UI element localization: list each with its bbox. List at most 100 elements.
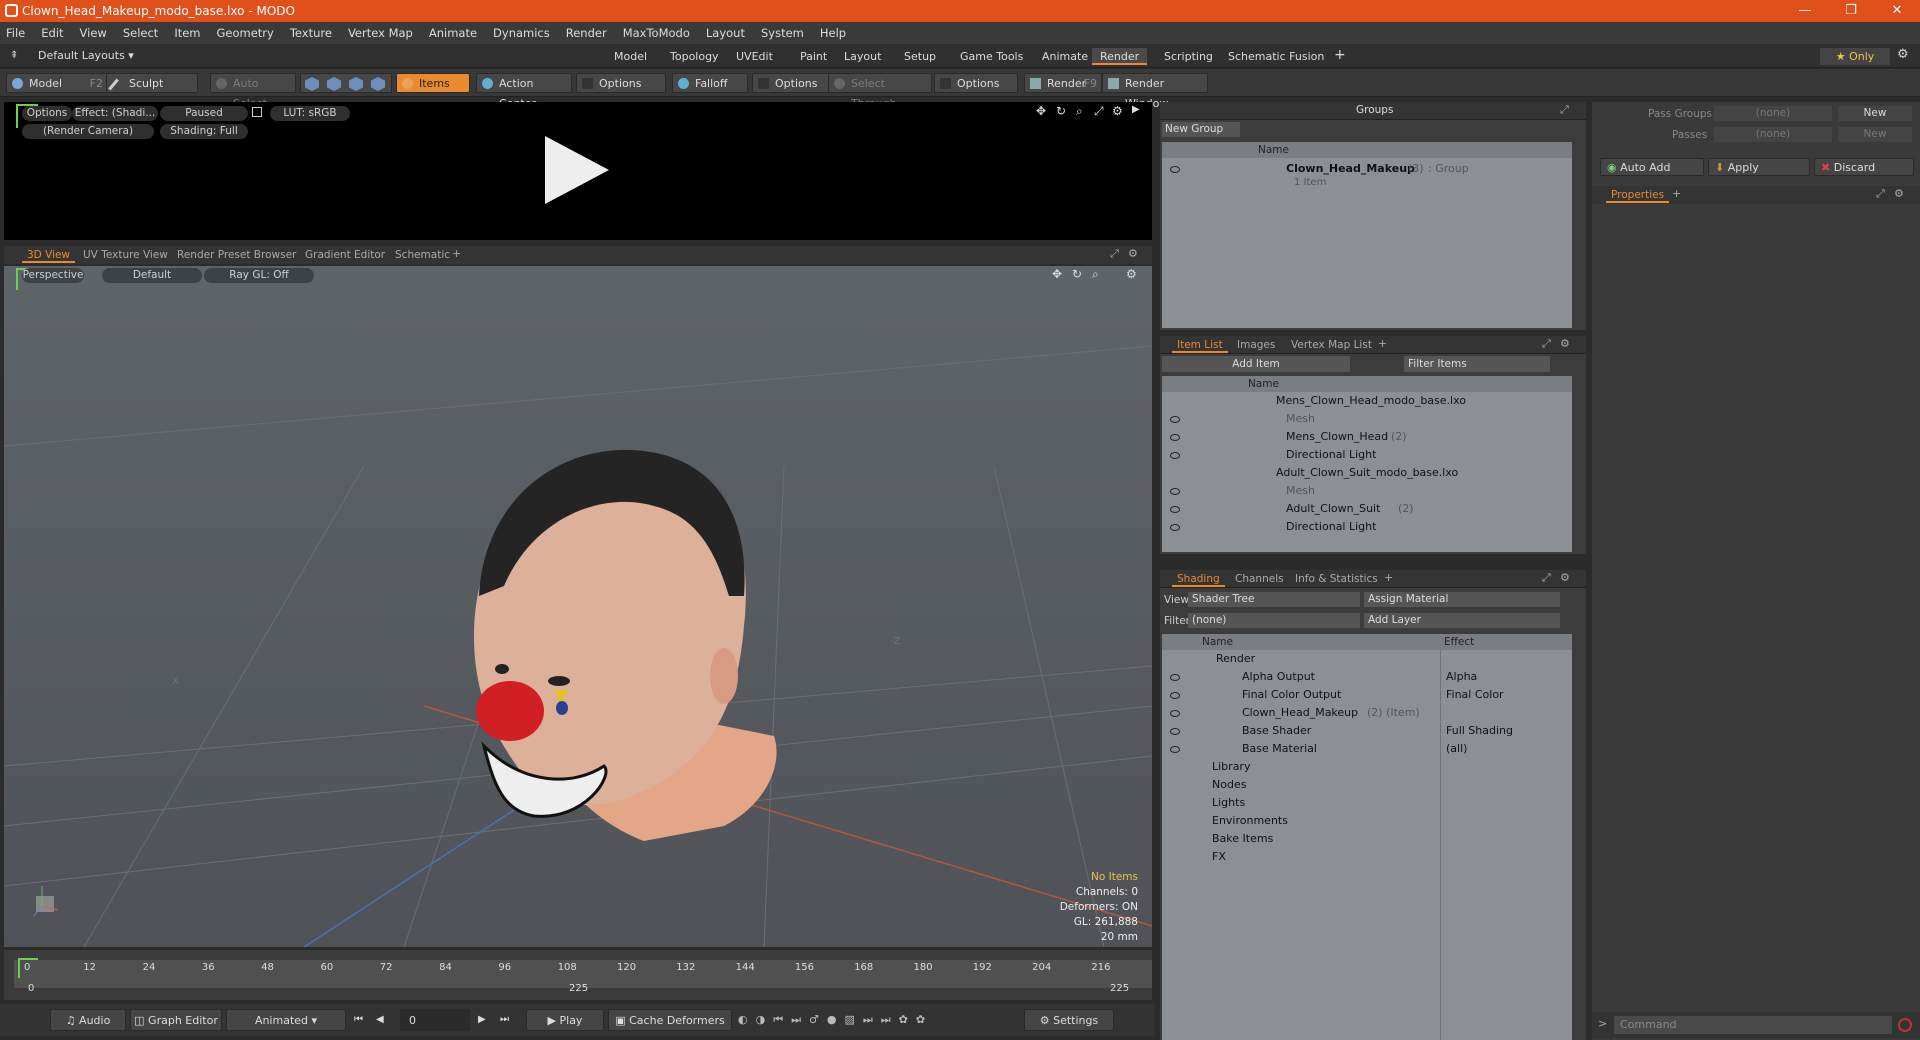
perspective-dropdown[interactable]: Perspective	[22, 268, 84, 283]
shader-row[interactable]: Clown_Head_Makeup (2) (Item)	[1162, 704, 1572, 722]
list-item[interactable]: Directional Light	[1162, 518, 1572, 536]
shader-row[interactable]: Base Shader Full Shading	[1162, 722, 1572, 740]
polygons-icon[interactable]	[349, 77, 363, 91]
menu-dynamics[interactable]: Dynamics	[493, 26, 550, 40]
cache-deformers-button[interactable]: ▣ Cache Deformers	[608, 1009, 732, 1031]
action-center-options[interactable]: Options	[576, 73, 666, 93]
shader-row[interactable]: Base Material (all)	[1162, 740, 1572, 758]
shader-row[interactable]: Nodes	[1162, 776, 1572, 794]
list-item[interactable]: Directional Light	[1162, 446, 1572, 464]
gear-icon[interactable]: ⚙	[1126, 267, 1137, 281]
menu-animate[interactable]: Animate	[429, 26, 477, 40]
shader-row[interactable]: Lights	[1162, 794, 1572, 812]
default-dropdown[interactable]: Default	[102, 268, 202, 283]
layout-tab-game-tools[interactable]: Game Tools	[952, 48, 1031, 65]
assign-material-button[interactable]: Assign Material	[1364, 592, 1560, 607]
shader-row[interactable]: Final Color Output Final Color	[1162, 686, 1572, 704]
add-tab-button[interactable]: +	[1378, 337, 1387, 350]
effect-dropdown[interactable]: Effect: (Shadi...	[72, 106, 158, 121]
render-camera-dropdown[interactable]: (Render Camera)	[22, 124, 154, 139]
layout-tab-schematic-fusion[interactable]: Schematic Fusion	[1220, 48, 1332, 65]
layout-tab-scripting[interactable]: Scripting	[1156, 48, 1221, 65]
tab-channels[interactable]: Channels	[1230, 572, 1289, 587]
shader-row[interactable]: Bake Items	[1162, 830, 1572, 848]
tab-uv-texture-view[interactable]: UV Texture View	[78, 248, 173, 263]
visibility-icon[interactable]	[1170, 434, 1180, 441]
gear-icon[interactable]: ⚙	[1112, 104, 1123, 118]
next-frame-icon[interactable]: ▶	[478, 1014, 486, 1025]
prev-frame-icon[interactable]: ◀	[376, 1014, 384, 1025]
visibility-icon[interactable]	[1170, 728, 1180, 735]
visibility-icon[interactable]	[1170, 416, 1180, 423]
effect-dropdown[interactable]: (all)	[1446, 740, 1467, 758]
gear-icon[interactable]: ⚙	[1897, 47, 1909, 62]
zoom-icon[interactable]: ⌕	[1076, 104, 1083, 119]
menu-file[interactable]: File	[6, 26, 25, 40]
layout-tab-topology[interactable]: Topology	[662, 48, 727, 65]
menu-maxtomodo[interactable]: MaxToModo	[623, 26, 690, 40]
list-item[interactable]: Mesh	[1162, 482, 1572, 500]
pass-groups-dropdown[interactable]: (none)	[1714, 106, 1832, 121]
frame-input[interactable]: 0	[400, 1009, 470, 1031]
visibility-icon[interactable]	[1170, 674, 1180, 681]
list-item[interactable]: Mens_Clown_Head_modo_base.lxo	[1162, 392, 1572, 410]
shader-row[interactable]: Environments	[1162, 812, 1572, 830]
add-item-dropdown[interactable]: Add Item	[1162, 356, 1350, 372]
gear-icon[interactable]: ⚙	[1560, 337, 1570, 350]
expand-icon[interactable]: ⤢	[1110, 247, 1119, 261]
tab-gradient-editor[interactable]: Gradient Editor	[300, 248, 390, 263]
viewport-3d[interactable]: Perspective Default Ray GL: Off ✥ ↻ ⌕ ⚙ …	[4, 266, 1152, 947]
layout-tab-paint[interactable]: Paint	[792, 48, 835, 65]
menu-system[interactable]: System	[761, 26, 804, 40]
layout-tab-layout[interactable]: Layout	[836, 48, 889, 65]
gear-icon[interactable]: ⚙	[1894, 187, 1904, 200]
add-tab-button[interactable]: +	[452, 247, 461, 260]
shader-row[interactable]: FX	[1162, 848, 1572, 866]
layout-tab-animate[interactable]: Animate	[1034, 48, 1096, 65]
close-button[interactable]: ✕	[1874, 0, 1920, 22]
visibility-icon[interactable]	[1170, 506, 1180, 513]
visibility-icon[interactable]	[1170, 452, 1180, 459]
visibility-icon[interactable]	[1170, 746, 1180, 753]
rotate-icon[interactable]: ↻	[1056, 104, 1066, 118]
lock-icon[interactable]	[252, 107, 262, 117]
animated-dropdown[interactable]: Animated ▾	[226, 1009, 346, 1031]
lut-dropdown[interactable]: LUT: sRGB	[270, 106, 350, 121]
menu-texture[interactable]: Texture	[290, 26, 332, 40]
list-item[interactable]: Adult_Clown_Suit (2)	[1162, 500, 1572, 518]
tab-vertex-map-list[interactable]: Vertex Map List	[1286, 338, 1377, 353]
filter-items-input[interactable]: Filter Items	[1404, 356, 1550, 372]
stop-icon[interactable]	[1898, 1018, 1912, 1032]
visibility-icon[interactable]	[1170, 524, 1180, 531]
list-item[interactable]: Mesh	[1162, 410, 1572, 428]
action-center-button[interactable]: Action Center	[476, 73, 572, 110]
menu-geometry[interactable]: Geometry	[217, 26, 274, 40]
shader-row[interactable]: Render	[1162, 650, 1572, 668]
materials-icon[interactable]	[371, 77, 385, 91]
new-pass-button[interactable]: New	[1838, 127, 1912, 142]
add-layout-button[interactable]: +	[1334, 47, 1346, 63]
rotate-icon[interactable]: ↻	[1072, 267, 1082, 281]
list-item[interactable]: Adult_Clown_Suit_modo_base.lxo	[1162, 464, 1572, 482]
effect-dropdown[interactable]: Final Color	[1446, 686, 1504, 704]
items-button[interactable]: Items	[396, 73, 470, 93]
layout-icon[interactable]: ⇞	[10, 50, 18, 61]
play-icon[interactable]	[545, 136, 609, 204]
tab-item-list[interactable]: Item List	[1172, 338, 1228, 353]
visibility-icon[interactable]	[1170, 710, 1180, 717]
menu-item[interactable]: Item	[174, 26, 200, 40]
new-pass-group-button[interactable]: New	[1838, 106, 1912, 121]
audio-button[interactable]: ♫ Audio	[50, 1009, 126, 1031]
layout-tab-uvedit[interactable]: UVEdit	[728, 48, 781, 65]
layout-tab-render[interactable]: Render	[1092, 48, 1148, 65]
play-small-icon[interactable]: ▶	[1132, 104, 1140, 115]
list-item[interactable]: Mens_Clown_Head (2)	[1162, 428, 1572, 446]
last-frame-icon[interactable]: ⏭	[500, 1014, 509, 1025]
settings-button[interactable]: ⚙ Settings	[1024, 1009, 1114, 1031]
preview-options-button[interactable]: Options	[22, 106, 72, 121]
shading-dropdown[interactable]: Shading: Full	[160, 124, 248, 139]
paused-toggle[interactable]: Paused	[160, 106, 248, 121]
expand-icon[interactable]: ⤢	[1876, 187, 1885, 201]
minimize-button[interactable]: —	[1782, 0, 1828, 22]
menu-vertex-map[interactable]: Vertex Map	[348, 26, 413, 40]
